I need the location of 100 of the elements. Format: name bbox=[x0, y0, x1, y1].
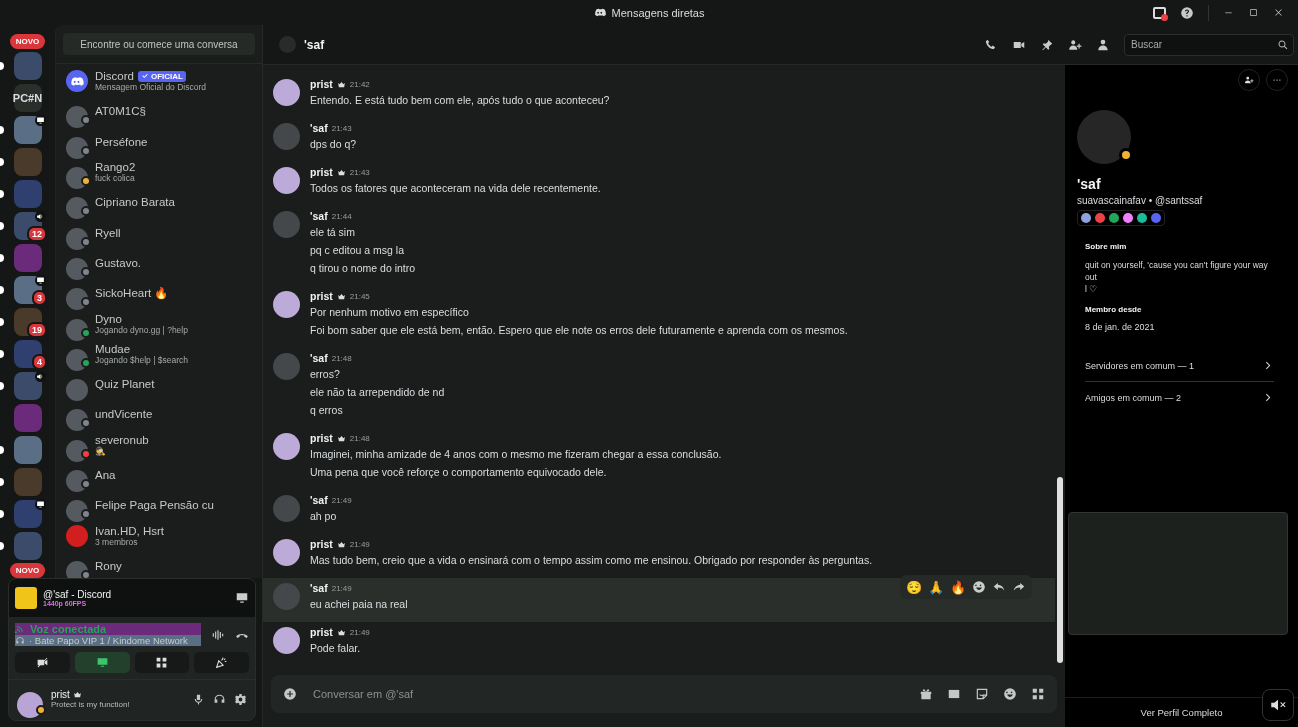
dm-item[interactable]: AT0M1C§ bbox=[64, 96, 262, 127]
sticker-icon[interactable] bbox=[975, 687, 989, 701]
phone-icon[interactable] bbox=[984, 37, 998, 52]
add-user-icon[interactable] bbox=[1068, 37, 1082, 52]
dm-item[interactable]: undVicente bbox=[64, 399, 262, 430]
avatar bbox=[273, 291, 300, 318]
mute-button[interactable] bbox=[1262, 689, 1294, 721]
activities-button[interactable] bbox=[134, 652, 190, 673]
mutual-link[interactable]: Amigos em comum — 2 bbox=[1085, 382, 1274, 413]
message-author[interactable]: prist bbox=[310, 166, 333, 178]
dm-item[interactable]: Rango2 fuck colica bbox=[64, 156, 262, 188]
add-reaction-icon[interactable] bbox=[972, 580, 986, 594]
message-input-bar[interactable]: Conversar em @'saf bbox=[271, 675, 1057, 713]
display-name: 'saf bbox=[1077, 176, 1102, 192]
dm-name: Perséfone bbox=[95, 135, 148, 148]
message-time: 21:49 bbox=[331, 583, 352, 593]
find-conversation-button[interactable]: Encontre ou comece uma conversa bbox=[63, 33, 255, 55]
dm-item[interactable]: Cipriano Barata bbox=[64, 187, 262, 218]
message-text: Foi bom saber que ele está bem, então. Espero que ele note os erros dele futuramente e aprenda com os mesmos. bbox=[310, 323, 848, 338]
noise-suppression-icon[interactable] bbox=[211, 627, 225, 642]
settings-icon[interactable] bbox=[234, 692, 247, 706]
message-author[interactable]: prist bbox=[310, 538, 333, 550]
avatar bbox=[66, 318, 88, 341]
camera-button[interactable] bbox=[15, 652, 70, 673]
avatar bbox=[66, 500, 88, 523]
stop-stream-icon[interactable] bbox=[235, 591, 249, 605]
close-icon[interactable] bbox=[1273, 7, 1284, 18]
microphone-icon[interactable] bbox=[192, 692, 205, 706]
message-author[interactable]: prist bbox=[310, 78, 333, 90]
scrollbar[interactable] bbox=[1057, 477, 1063, 663]
dm-subtitle: Jogando dyno.gg | ?help bbox=[95, 324, 188, 335]
signal-icon bbox=[15, 623, 26, 635]
dm-subtitle: Jogando $help | $search bbox=[95, 354, 188, 365]
dm-item[interactable]: Dyno Jogando dyno.gg | ?help bbox=[64, 308, 262, 339]
message-text: Imaginei, minha amizade de 4 anos com o mesmo me fizeram chegar a essa conclusão. bbox=[310, 447, 722, 462]
help-icon[interactable] bbox=[1180, 5, 1194, 20]
official-tag: OFICIAL bbox=[138, 70, 186, 82]
user-profile-icon[interactable] bbox=[1096, 37, 1110, 52]
search-field[interactable]: Buscar bbox=[1124, 33, 1294, 56]
reaction-button[interactable]: 😌 bbox=[906, 579, 922, 595]
dm-item[interactable]: Ana bbox=[64, 459, 262, 491]
message-text: eu achei paia na real bbox=[310, 597, 408, 612]
dm-item[interactable]: Discord OFICIAL Mensagem Oficial do Discord bbox=[64, 66, 262, 97]
avatar bbox=[273, 433, 300, 460]
dm-subtitle: fuck colica bbox=[95, 173, 136, 184]
reaction-button[interactable]: 🙏 bbox=[928, 579, 944, 595]
dm-item[interactable]: Perséfone bbox=[64, 126, 262, 157]
headphones-icon[interactable] bbox=[213, 692, 226, 706]
voice-status: Voz conectada bbox=[30, 623, 107, 635]
dm-item[interactable]: Ivan.HD, Hsrt 3 membros bbox=[64, 520, 262, 551]
avatar bbox=[273, 627, 300, 654]
dm-name: Cipriano Barata bbox=[95, 196, 175, 209]
screen-share-button[interactable] bbox=[74, 652, 130, 673]
server-icon[interactable] bbox=[13, 500, 42, 528]
group-avatar bbox=[66, 524, 88, 547]
pin-icon[interactable] bbox=[1040, 37, 1054, 52]
message-text: Uma pena que você reforçe o comportamento equivocado dele. bbox=[310, 465, 608, 480]
server-icon[interactable]: PC#N bbox=[13, 84, 42, 112]
full-profile-link[interactable]: Ver Perfil Completo bbox=[1140, 707, 1223, 718]
dm-item[interactable]: severonub 🕵 bbox=[64, 429, 262, 460]
gift-icon[interactable] bbox=[919, 687, 933, 701]
dm-item[interactable]: Ryell bbox=[64, 217, 262, 248]
mutual-link[interactable]: Servidores em comum — 1 bbox=[1085, 350, 1274, 382]
dm-subtitle: 3 membros bbox=[95, 536, 138, 547]
message-author[interactable]: prist bbox=[310, 432, 333, 444]
maximize-icon[interactable] bbox=[1248, 7, 1259, 18]
dm-item[interactable]: Mudae Jogando $help | $search bbox=[64, 338, 262, 369]
server-icon[interactable] bbox=[13, 116, 42, 144]
dm-item[interactable]: Gustavo. bbox=[64, 247, 262, 279]
message-author[interactable]: prist bbox=[310, 626, 333, 638]
emoji-icon[interactable] bbox=[1003, 687, 1017, 701]
message-author[interactable]: 'saf bbox=[310, 210, 328, 222]
camera-off-icon bbox=[35, 656, 49, 669]
message-author[interactable]: 'saf bbox=[310, 122, 328, 134]
dm-item[interactable]: Quiz Planet bbox=[64, 368, 262, 400]
gif-icon[interactable] bbox=[947, 687, 961, 701]
discord-logo-icon bbox=[593, 6, 607, 19]
reaction-button[interactable]: 🔥 bbox=[950, 579, 966, 595]
add-attachment-icon[interactable] bbox=[283, 687, 297, 701]
message-author[interactable]: prist bbox=[310, 290, 333, 302]
dm-name: Rango2 bbox=[95, 161, 136, 174]
message-author[interactable]: 'saf bbox=[310, 494, 328, 506]
message-text: ele tá sim bbox=[310, 225, 356, 240]
dm-name: Discord bbox=[95, 70, 134, 83]
dm-item[interactable]: Felipe Paga Pensão cu bbox=[64, 490, 262, 521]
avatar bbox=[273, 79, 300, 106]
check-icon bbox=[141, 72, 149, 81]
apps-icon[interactable] bbox=[1031, 687, 1045, 701]
dm-item[interactable]: SickoHeart 🔥 bbox=[64, 278, 262, 309]
avatar bbox=[66, 348, 88, 371]
avatar bbox=[66, 167, 88, 190]
member-since-date: 8 de jan. de 2021 bbox=[1085, 322, 1156, 332]
message-field[interactable]: Conversar em @'saf bbox=[311, 687, 905, 701]
screen-record-icon[interactable] bbox=[1153, 6, 1166, 19]
message-author[interactable]: 'saf bbox=[310, 582, 328, 594]
message-author[interactable]: 'saf bbox=[310, 352, 328, 364]
profile-avatar bbox=[1077, 110, 1131, 164]
avatar bbox=[66, 136, 88, 159]
dm-name: Quiz Planet bbox=[95, 378, 155, 391]
soundboard-button[interactable] bbox=[194, 652, 249, 673]
